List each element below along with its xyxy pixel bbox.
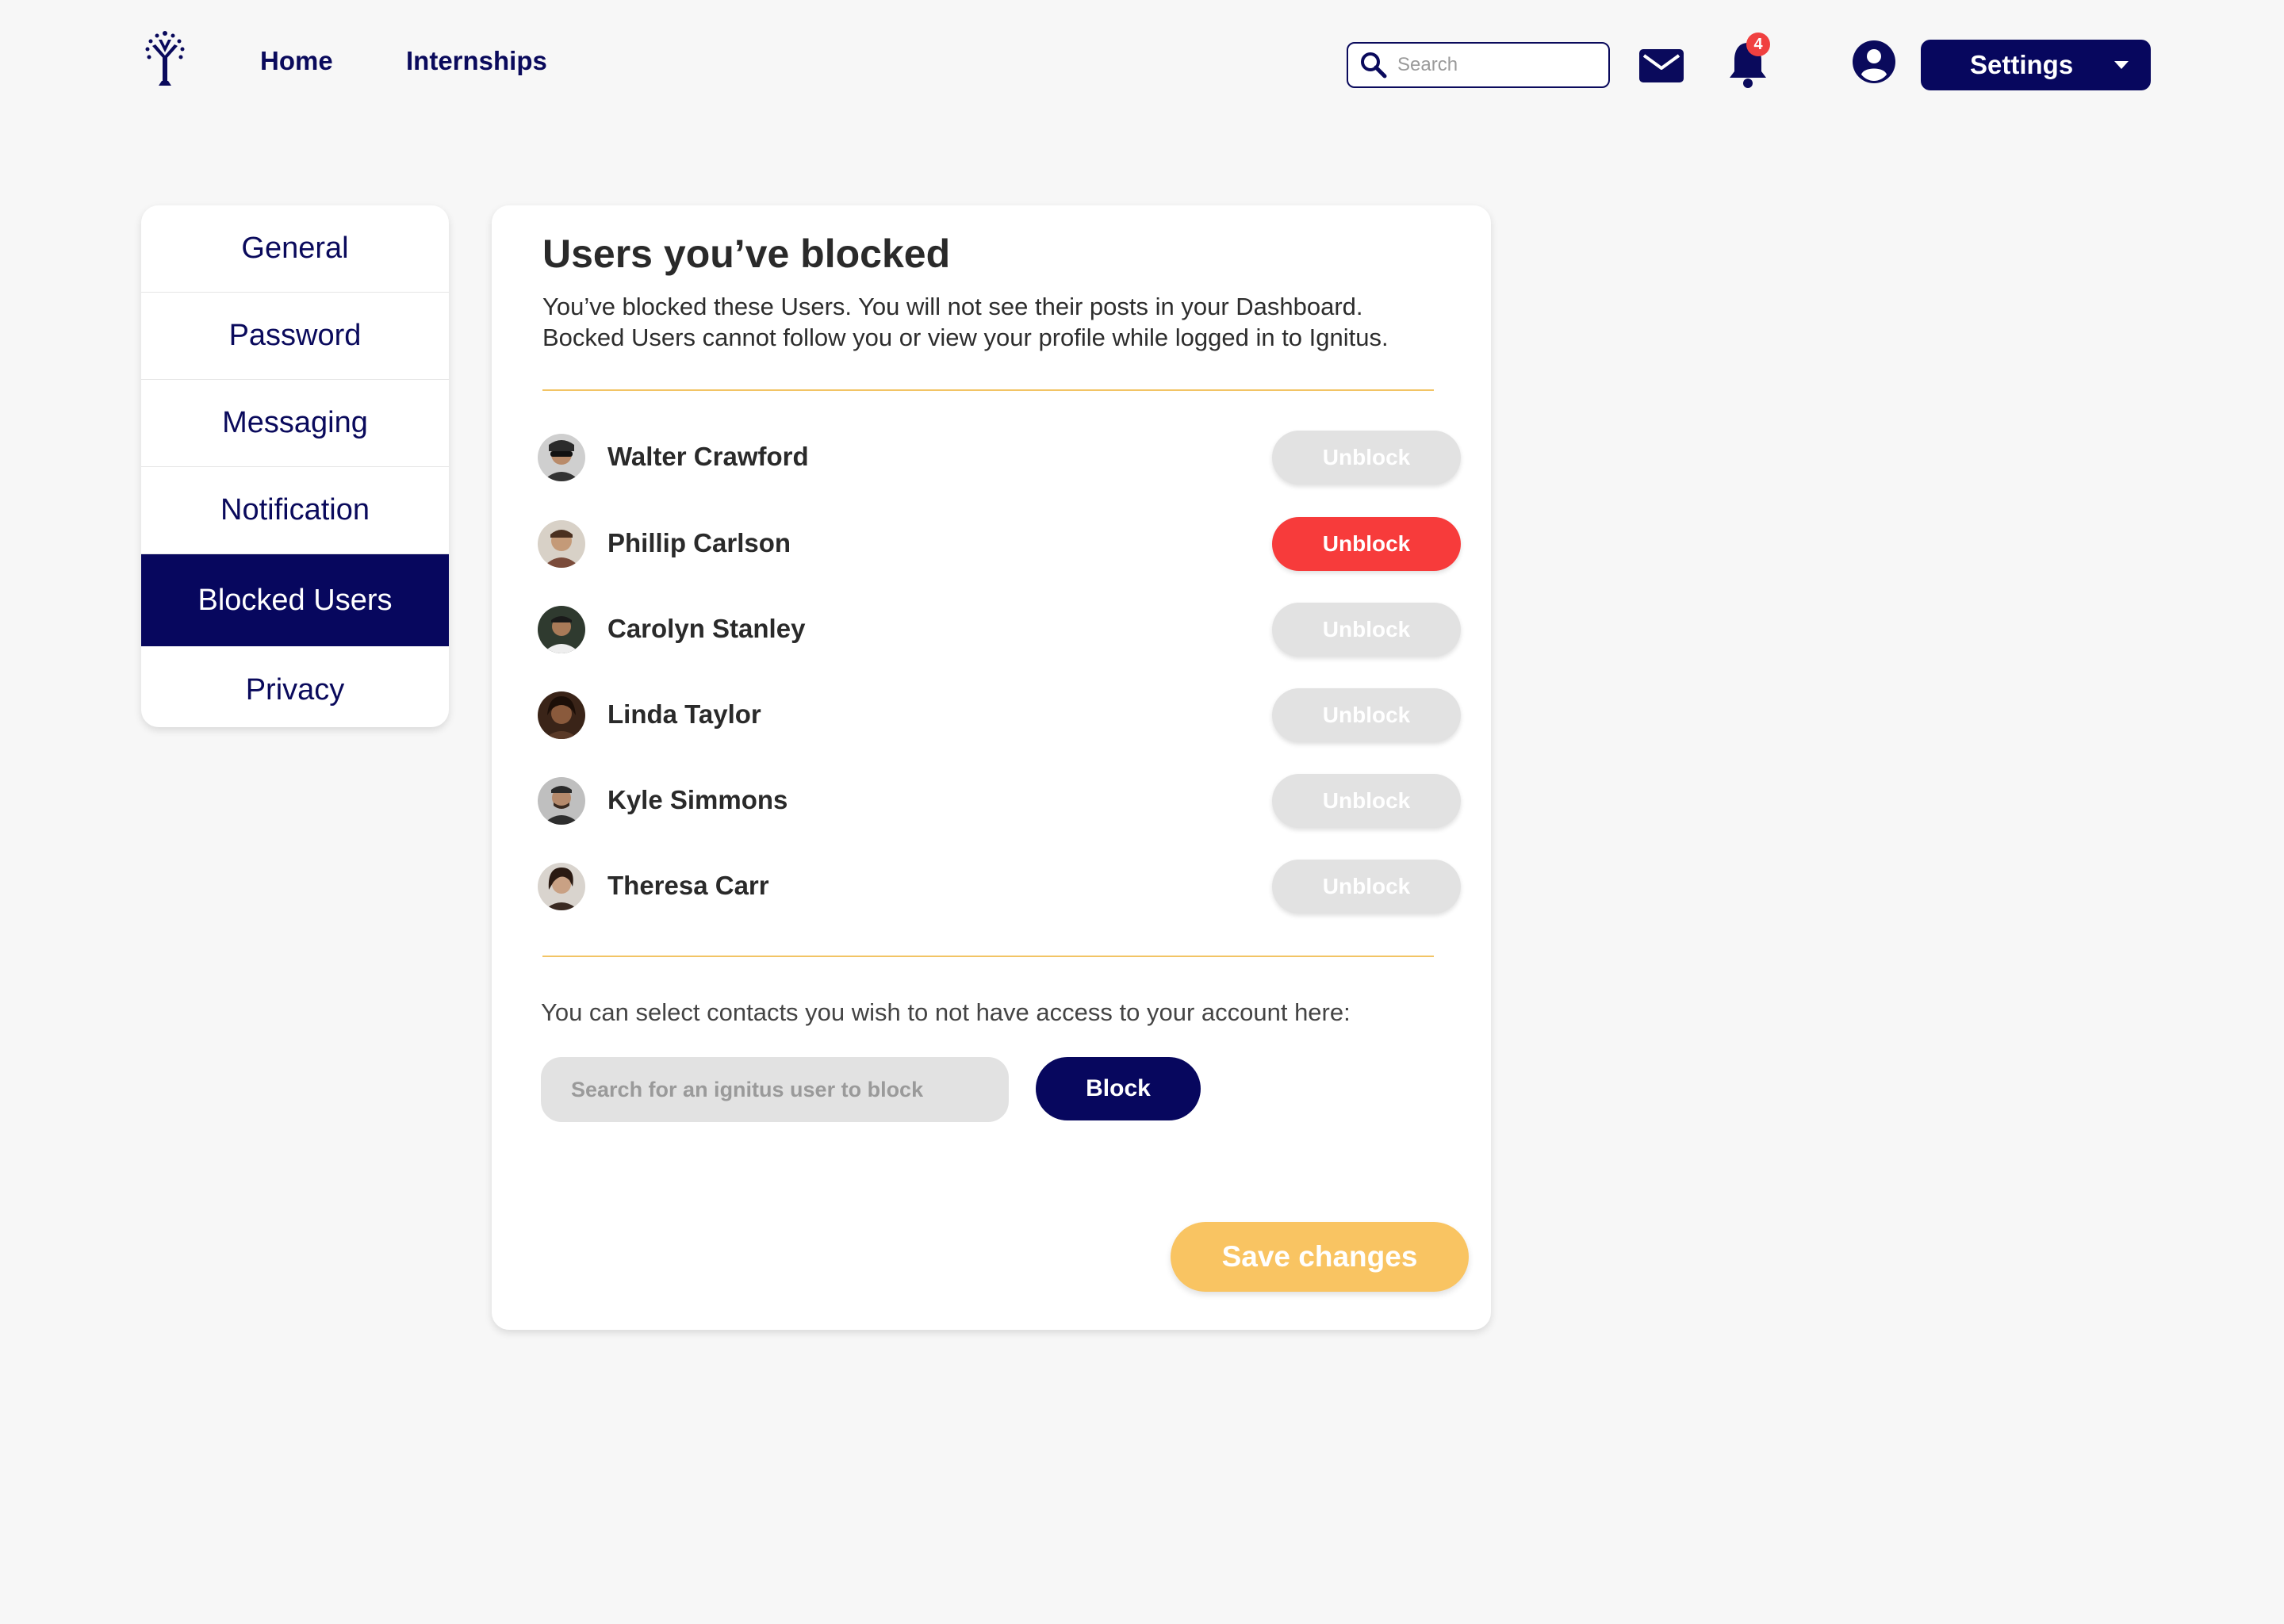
unblock-button[interactable]: Unblock	[1272, 603, 1461, 657]
avatar	[538, 606, 585, 653]
block-user-search-input[interactable]	[541, 1057, 1009, 1122]
nav-home-link[interactable]: Home	[260, 46, 333, 76]
sidebar-item-blocked-users[interactable]: Blocked Users	[141, 554, 449, 646]
user-name: Kyle Simmons	[607, 785, 788, 814]
user-name: Theresa Carr	[607, 871, 769, 900]
sidebar-item-general[interactable]: General	[141, 205, 449, 293]
divider	[542, 389, 1434, 391]
block-button[interactable]: Block	[1036, 1057, 1201, 1120]
search-input[interactable]	[1396, 53, 1589, 77]
blocked-users-card: Users you’ve blocked You’ve blocked thes…	[492, 205, 1491, 1330]
avatar	[538, 863, 585, 910]
unblock-button[interactable]: Unblock	[1272, 774, 1461, 828]
save-changes-button[interactable]: Save changes	[1171, 1222, 1469, 1292]
divider	[542, 956, 1434, 957]
account-icon[interactable]	[1852, 40, 1896, 84]
avatar	[538, 434, 585, 481]
unblock-button[interactable]: Unblock	[1272, 688, 1461, 742]
blocked-user-row: Theresa Carr Unblock	[538, 860, 1461, 915]
sidebar-item-messaging[interactable]: Messaging	[141, 380, 449, 467]
settings-dropdown-button[interactable]: Settings	[1921, 40, 2151, 90]
page-description: You’ve blocked these Users. You will not…	[542, 291, 1462, 353]
sidebar-item-notification[interactable]: Notification	[141, 467, 449, 554]
ignitus-logo[interactable]	[143, 29, 187, 87]
settings-sidebar: General Password Messaging Notification …	[141, 205, 449, 727]
unblock-button[interactable]: Unblock	[1272, 517, 1461, 571]
notification-badge: 4	[1746, 33, 1770, 56]
blocked-user-row: Walter Crawford Unblock	[538, 431, 1461, 486]
avatar	[538, 777, 585, 825]
search-icon	[1361, 52, 1387, 79]
caret-down-icon	[2114, 61, 2129, 69]
sidebar-item-privacy[interactable]: Privacy	[141, 646, 449, 727]
description-line-1: You’ve blocked these Users. You will not…	[542, 293, 1363, 320]
avatar	[538, 691, 585, 739]
mail-icon[interactable]	[1639, 49, 1684, 82]
description-line-2: Bocked Users cannot follow you or view y…	[542, 324, 1389, 351]
user-name: Phillip Carlson	[607, 528, 791, 557]
nav-internships-link[interactable]: Internships	[406, 46, 547, 76]
blocked-user-row: Kyle Simmons Unblock	[538, 774, 1461, 829]
blocked-user-row: Carolyn Stanley Unblock	[538, 603, 1461, 658]
blocked-user-row: Linda Taylor Unblock	[538, 688, 1461, 744]
search-bar[interactable]	[1347, 42, 1610, 88]
sidebar-item-password[interactable]: Password	[141, 293, 449, 380]
blocked-user-row: Phillip Carlson Unblock	[538, 517, 1461, 573]
block-hint-text: You can select contacts you wish to not …	[541, 998, 1351, 1026]
unblock-button[interactable]: Unblock	[1272, 431, 1461, 485]
avatar	[538, 520, 585, 568]
user-name: Carolyn Stanley	[607, 614, 806, 643]
settings-label: Settings	[1970, 50, 2074, 79]
unblock-button[interactable]: Unblock	[1272, 860, 1461, 914]
page-title: Users you’ve blocked	[542, 232, 951, 276]
user-name: Walter Crawford	[607, 442, 809, 471]
user-name: Linda Taylor	[607, 699, 761, 729]
